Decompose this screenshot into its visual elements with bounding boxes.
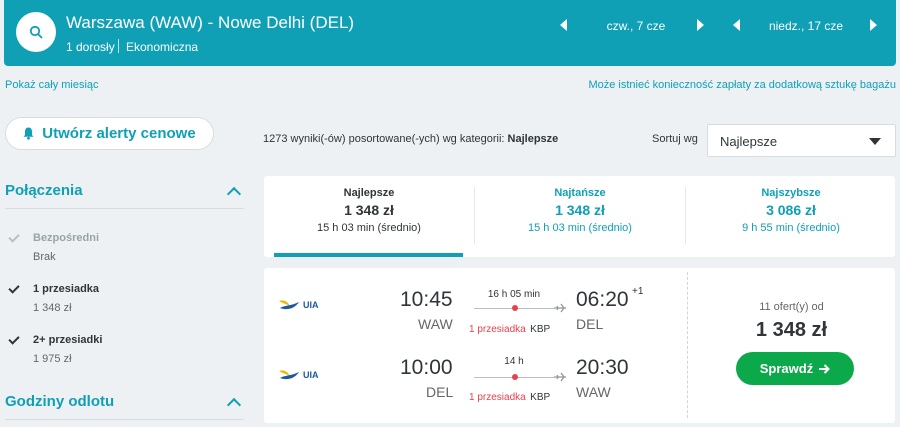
tab-fastest-duration: 9 h 55 min (średnio)	[742, 222, 840, 234]
return-date-prev-icon[interactable]	[733, 19, 740, 31]
airline-name: UIA	[303, 300, 319, 310]
results-count: 1273 wyniki(-ów) posortowane(-ych) wg ka…	[263, 133, 558, 145]
leg-1-arrival-time: 06:20	[576, 288, 629, 311]
filter-one-stop-label[interactable]: 1 przesiadka	[33, 283, 99, 295]
filter-one-stop-price: 1 348 zł	[33, 302, 72, 314]
plane-icon	[554, 303, 566, 313]
show-month-link[interactable]: Pokaż cały miesiąc	[5, 79, 99, 91]
leg-2-arrival-code: WAW	[576, 384, 611, 400]
tab-fastest[interactable]: Najszybsze 3 086 zł 9 h 55 min (średnio)	[686, 176, 896, 257]
results-count-text: 1273 wyniki(-ów) posortowane(-ych) wg ka…	[263, 133, 505, 145]
search-header: Warszawa (WAW) - Nowe Delhi (DEL) 1 doro…	[4, 0, 896, 66]
return-date-next-icon[interactable]	[870, 19, 877, 31]
leg-1-day-offset: +1	[632, 286, 644, 297]
one-stop-checkbox[interactable]	[7, 281, 21, 296]
leg-1-duration: 16 h 05 min	[487, 289, 541, 300]
departure-times-section-title[interactable]: Godziny odlotu	[5, 393, 114, 410]
direct-checkbox[interactable]	[7, 230, 21, 245]
offers-count: 11 ofert(y) od	[759, 301, 824, 313]
price-alert-button[interactable]: Utwórz alerty cenowe	[5, 117, 214, 150]
tab-best[interactable]: Najlepsze 1 348 zł 15 h 03 min (średnio)	[264, 176, 474, 257]
baggage-note-link[interactable]: Może istnieć konieczność zapłaty za doda…	[588, 79, 896, 91]
filter-two-plus-stops-price: 1 975 zł	[33, 353, 72, 365]
leg-1-departure-time: 10:45	[400, 288, 453, 311]
tab-best-duration: 15 h 03 min (średnio)	[317, 222, 421, 234]
airline-logo: UIA	[278, 297, 319, 313]
stop-dot	[512, 374, 518, 380]
results-count-category: Najlepsze	[507, 133, 559, 145]
leg-1-stops: 1 przesiadka KBP	[469, 319, 550, 337]
leg-2-stops: 1 przesiadka KBP	[469, 387, 550, 405]
cabin-class-label[interactable]: Ekonomiczna	[126, 40, 198, 54]
two-plus-stops-checkbox[interactable]	[7, 332, 21, 347]
sort-select[interactable]: Najlepsze	[707, 124, 896, 157]
leg-1-via: KBP	[530, 324, 551, 335]
search-button[interactable]	[16, 12, 56, 52]
sort-label: Sortuj wg	[652, 133, 698, 145]
chevron-up-icon[interactable]	[226, 186, 242, 202]
tab-fastest-price: 3 086 zł	[766, 202, 816, 218]
connections-section-title[interactable]: Połączenia	[5, 182, 83, 199]
result-price: 1 348 zł	[755, 319, 828, 341]
filter-direct-price: Brak	[33, 251, 56, 263]
leg-2-departure-code: DEL	[426, 384, 454, 400]
airline-logo: UIA	[278, 367, 319, 383]
leg-2-via: KBP	[530, 392, 551, 403]
uia-logo-icon	[279, 300, 299, 310]
leg-2-arrival-time: 20:30	[576, 356, 629, 379]
header-separator	[118, 39, 119, 53]
leg-1-departure-code: WAW	[418, 316, 453, 332]
check-offer-label: Sprawdź	[759, 361, 814, 376]
filter-direct-label[interactable]: Bezpośredni	[33, 232, 99, 244]
sort-tabs: Najlepsze 1 348 zł 15 h 03 min (średnio)…	[264, 176, 895, 257]
price-alert-label: Utwórz alerty cenowe	[42, 125, 196, 142]
leg-2-stops-count: 1 przesiadka	[469, 392, 526, 403]
active-tab-indicator	[274, 253, 463, 257]
section-divider	[5, 208, 244, 209]
check-offer-button[interactable]: Sprawdź	[736, 352, 854, 385]
depart-date-next-icon[interactable]	[697, 19, 704, 31]
airline-name: UIA	[303, 370, 319, 380]
sort-selected-value: Najlepsze	[720, 134, 778, 149]
check-icon	[8, 281, 20, 294]
search-icon	[29, 25, 43, 39]
leg-1-arrival-code: DEL	[576, 316, 604, 332]
depart-date-prev-icon[interactable]	[560, 19, 567, 31]
tab-cheapest[interactable]: Najtańsze 1 348 zł 15 h 03 min (średnio)	[475, 176, 685, 257]
card-divider	[687, 272, 688, 418]
tab-cheapest-name: Najtańsze	[554, 187, 606, 199]
result-card[interactable]: UIA 10:45 WAW 16 h 05 min 1 przesiadka K…	[264, 268, 895, 423]
leg-2-departure-time: 10:00	[400, 356, 453, 379]
bell-icon	[23, 127, 34, 140]
uia-logo-icon	[279, 370, 299, 380]
plane-icon	[554, 372, 566, 382]
leg-2-duration: 14 h	[504, 356, 524, 367]
leg-1-stops-count: 1 przesiadka	[469, 324, 526, 335]
tab-cheapest-price: 1 348 zł	[555, 202, 605, 218]
caret-down-icon	[869, 138, 881, 145]
tab-cheapest-duration: 15 h 03 min (średnio)	[528, 222, 632, 234]
return-date[interactable]: niedz., 17 cze	[754, 19, 858, 33]
stop-dot	[512, 305, 518, 311]
tab-fastest-name: Najszybsze	[761, 187, 821, 199]
check-icon	[8, 230, 20, 243]
section-divider	[5, 419, 244, 420]
passengers-label[interactable]: 1 dorosły	[66, 40, 115, 54]
tab-best-price: 1 348 zł	[344, 202, 394, 218]
depart-date[interactable]: czw., 7 cze	[584, 19, 688, 33]
chevron-up-icon[interactable]	[226, 397, 242, 413]
arrow-right-icon	[819, 363, 831, 374]
tab-best-name: Najlepsze	[343, 187, 395, 199]
filter-two-plus-stops-label[interactable]: 2+ przesiadki	[33, 334, 102, 346]
route-title[interactable]: Warszawa (WAW) - Nowe Delhi (DEL)	[66, 13, 354, 33]
check-icon	[8, 332, 20, 345]
